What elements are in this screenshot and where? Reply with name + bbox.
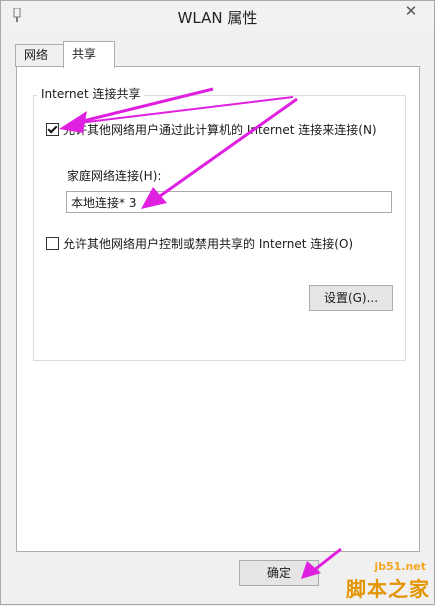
watermark-brand: 脚本之家 [346,577,430,601]
watermark-site: jb51.net [374,560,426,573]
allow-control-checkbox[interactable] [46,237,59,250]
internet-sharing-group-title: Internet 连接共享 [37,85,145,102]
tab-network-label: 网络 [24,48,49,62]
home-network-label: 家庭网络连接(H): [67,169,162,183]
settings-button[interactable]: 设置(G)... [309,285,393,311]
tab-sharing[interactable]: 共享 [63,41,115,68]
close-icon: ✕ [404,2,418,20]
ok-button[interactable]: 确定 [239,560,319,586]
close-button[interactable]: ✕ [394,1,428,23]
allow-control-label[interactable]: 允许其他网络用户控制或禁用共享的 Internet 连接(O) [63,235,353,252]
allow-connect-label[interactable]: 允许其他网络用户通过此计算机的 Internet 连接来连接(N) [63,121,377,138]
properties-dialog: WLAN 属性 ✕ 网络 共享 Internet 连接共享 允许其他网络用户通过… [0,0,435,605]
sharing-panel: Internet 连接共享 允许其他网络用户通过此计算机的 Internet 连… [16,66,420,552]
tab-sharing-label: 共享 [72,47,97,61]
tab-network[interactable]: 网络 [15,44,65,67]
window-title: WLAN 属性 [177,9,258,27]
home-network-field[interactable]: 本地连接* 3 [66,191,392,213]
title-bar[interactable]: WLAN 属性 ✕ [1,1,434,31]
allow-connect-checkbox[interactable] [46,123,59,136]
